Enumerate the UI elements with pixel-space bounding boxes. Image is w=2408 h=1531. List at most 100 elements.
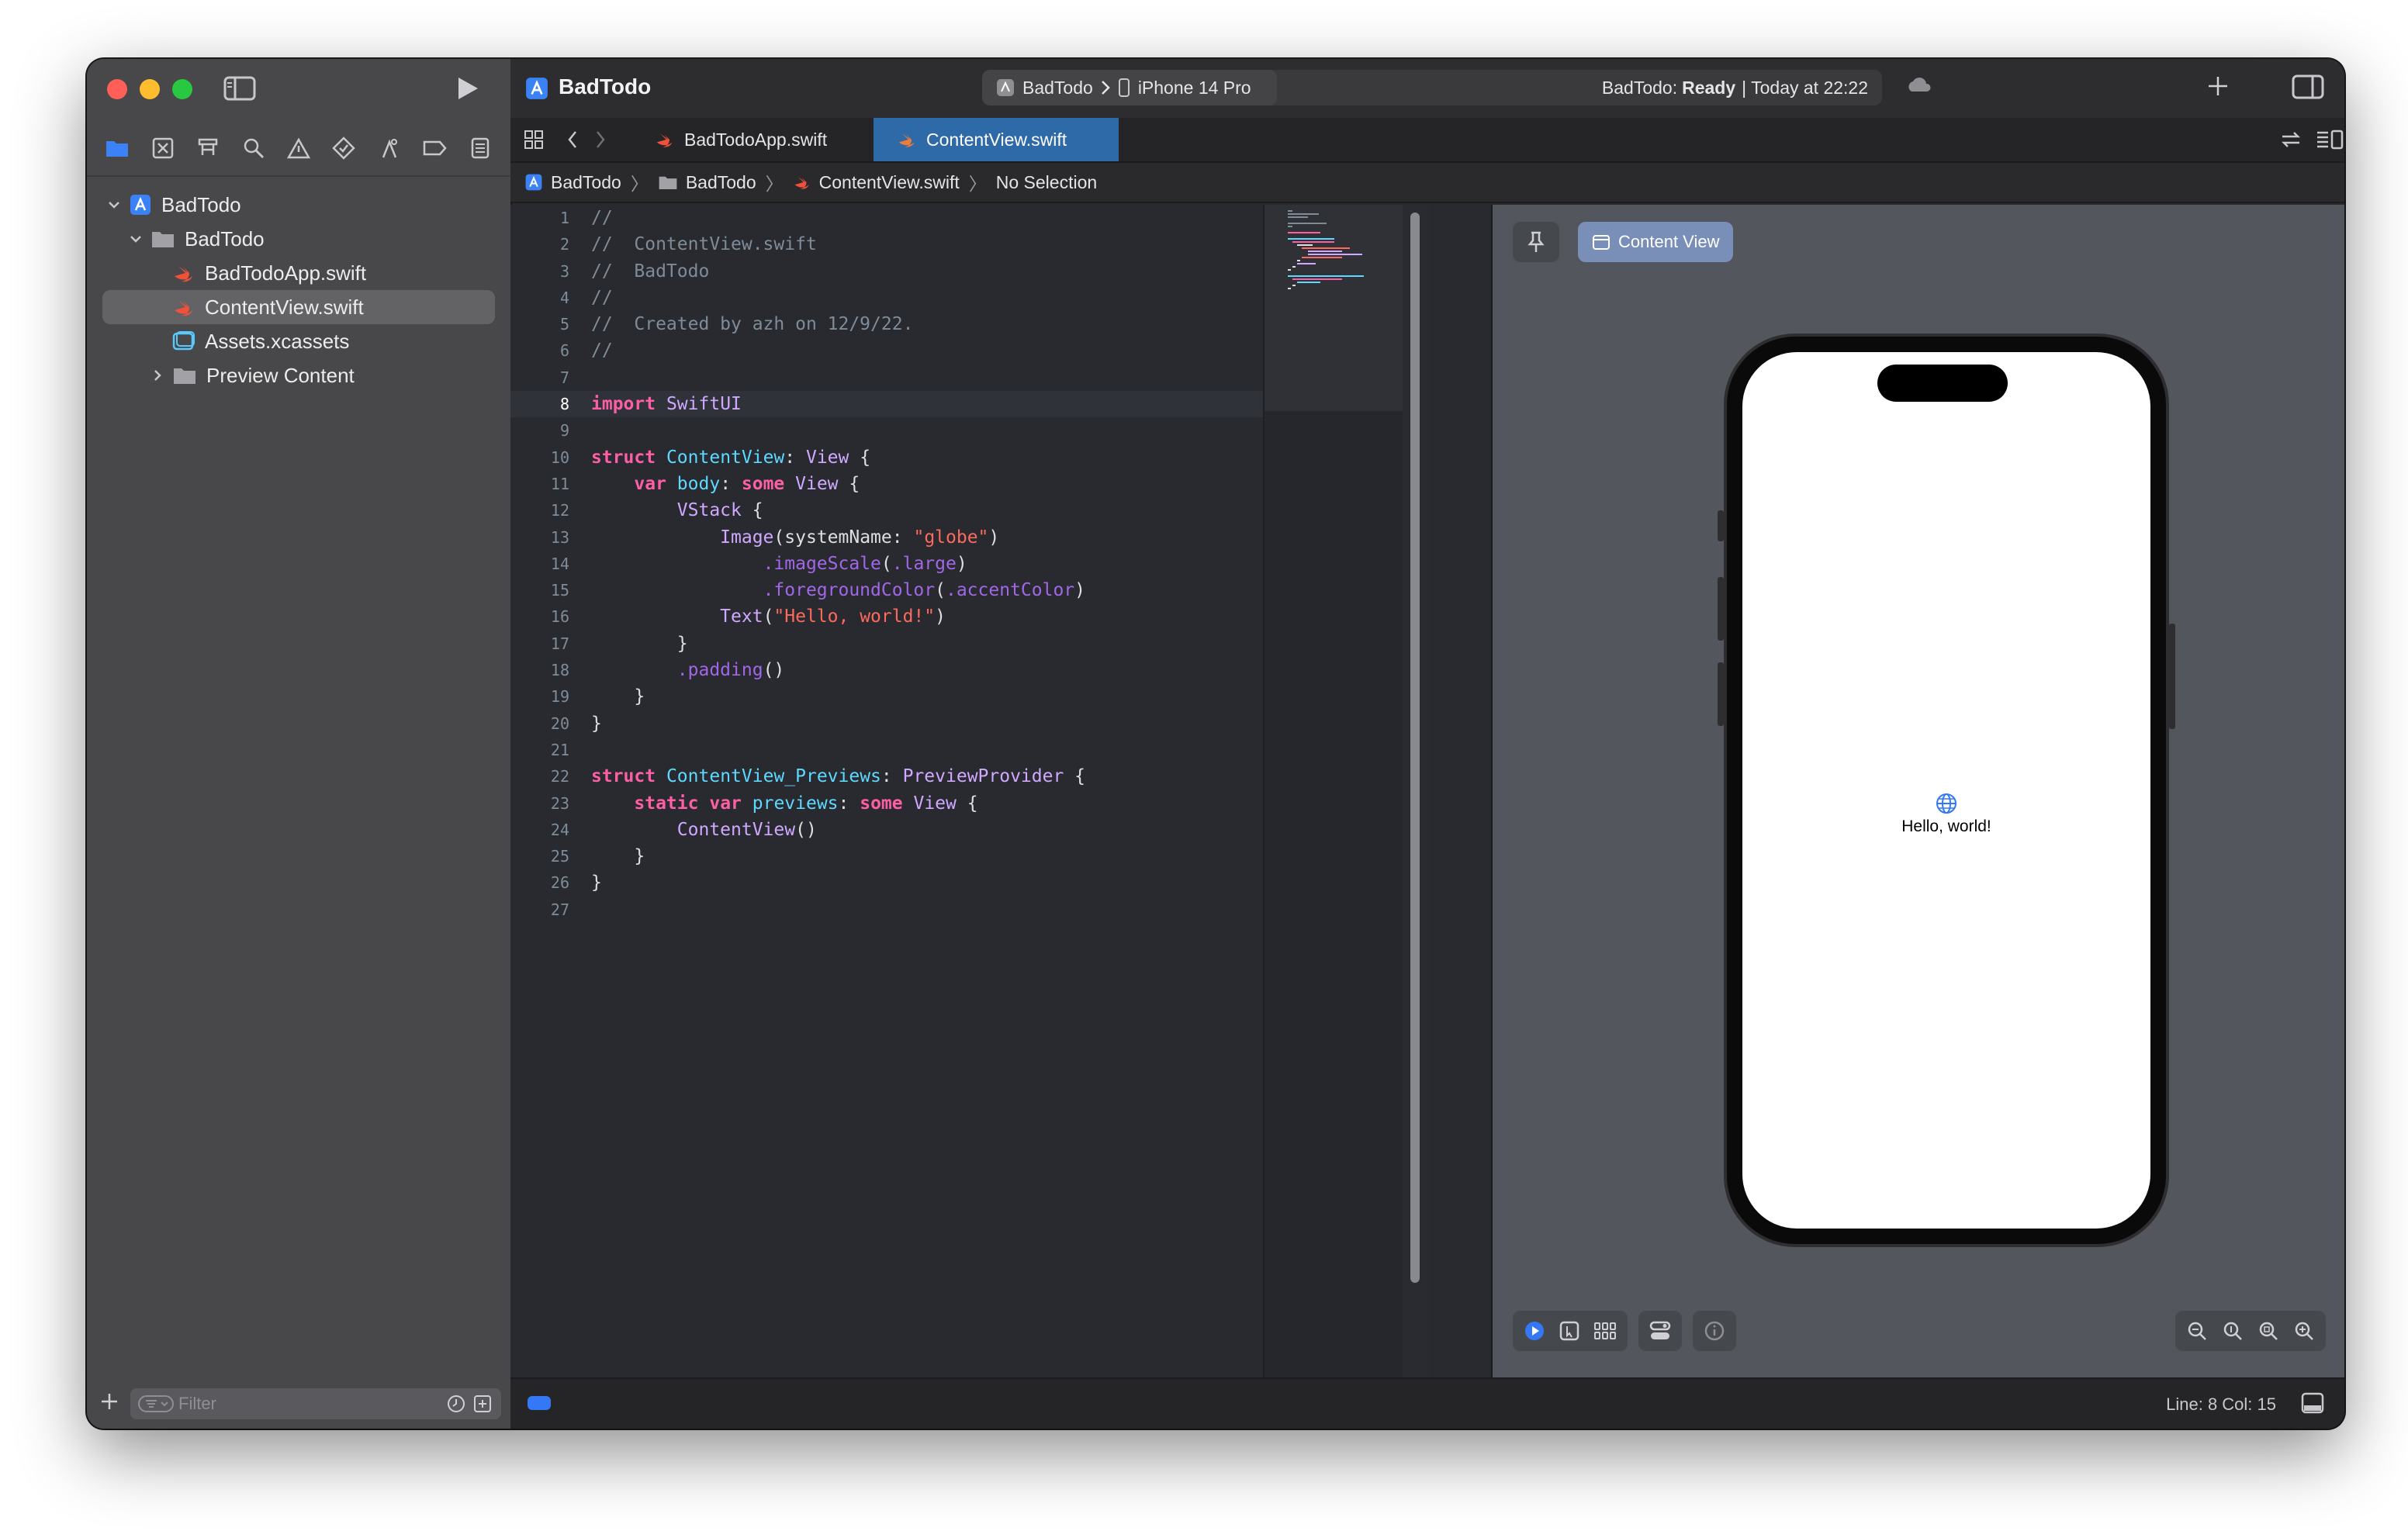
code-line[interactable] (591, 417, 1258, 444)
preview-canvas: Content View Hello, world! (1491, 205, 2344, 1377)
search-icon[interactable] (238, 133, 269, 164)
debug-icon[interactable] (374, 133, 405, 164)
code-line[interactable]: // (591, 285, 1258, 311)
zoom-in-icon[interactable] (2293, 1320, 2315, 1342)
code-line[interactable]: .padding() (591, 657, 1258, 683)
chevron-down-icon[interactable] (106, 196, 123, 213)
file-tree: BadTodo BadTodo BadTodoApp.swift Content… (87, 177, 510, 392)
vertical-scrollbar[interactable] (1403, 205, 1429, 1377)
breadcrumb-item[interactable]: ContentView.swift (819, 172, 960, 193)
breadcrumb-item[interactable]: BadTodo (686, 172, 756, 193)
clock-icon[interactable] (447, 1394, 465, 1417)
tree-item-file[interactable]: BadTodoApp.swift (87, 256, 510, 290)
inspector-toggle-icon[interactable] (2292, 74, 2324, 103)
tree-item-folder[interactable]: BadTodo (87, 222, 510, 256)
scrollbar-thumb[interactable] (1410, 213, 1420, 1283)
grid-icon[interactable] (523, 129, 545, 154)
line-number: 2 (559, 235, 569, 254)
xcode-project-icon (129, 193, 152, 216)
scheme-selector[interactable]: BadTodo iPhone 14 Pro (982, 70, 1277, 105)
zoom-fit-icon[interactable] (2258, 1320, 2279, 1342)
code-line[interactable]: Text("Hello, world!") (591, 603, 1258, 630)
code-line[interactable]: } (591, 631, 1258, 657)
chevron-right-icon: 〉 (968, 174, 987, 194)
source-editor[interactable]: 1 2 3 4 5 6 7 8 9 10 11 12 13 14 15 16 17 18 19 20 21 22 23 24 2… (510, 205, 1491, 1377)
line-number-gutter: 1 2 3 4 5 6 7 8 9 10 11 12 13 14 15 16 17 18 19 20 21 22 23 24 2… (510, 205, 577, 1377)
phone-screen[interactable]: Hello, world! (1742, 352, 2150, 1229)
code-line[interactable] (591, 365, 1258, 391)
selectable-icon[interactable] (1559, 1321, 1579, 1341)
code-line[interactable] (591, 737, 1258, 763)
zoom-button[interactable] (172, 79, 192, 99)
code-area[interactable]: //// ContentView.swift// BadTodo//// Cre… (591, 205, 1258, 1377)
code-line[interactable]: // ContentView.swift (591, 231, 1258, 257)
device-name[interactable]: iPhone 14 Pro (1138, 78, 1251, 98)
source-control-icon[interactable] (147, 133, 178, 164)
zoom-out-icon[interactable] (2186, 1320, 2208, 1342)
folder-icon (150, 229, 175, 249)
code-line[interactable]: .imageScale(.large) (591, 551, 1258, 577)
content-view-preview-button[interactable]: Content View (1578, 222, 1734, 262)
filter-field[interactable]: Filter (130, 1388, 501, 1419)
code-line[interactable]: // (591, 337, 1258, 364)
code-line[interactable]: Image(systemName: "globe") (591, 524, 1258, 551)
tree-item-project[interactable]: BadTodo (87, 188, 510, 222)
code-line[interactable]: static var previews: some View { (591, 790, 1258, 817)
swap-icon[interactable] (2279, 129, 2302, 154)
test-icon[interactable] (328, 133, 359, 164)
info-button[interactable] (1693, 1311, 1736, 1351)
minimize-button[interactable] (140, 79, 160, 99)
breakpoint-icon[interactable] (419, 133, 450, 164)
code-line[interactable]: struct ContentView_Previews: PreviewProv… (591, 763, 1258, 790)
dynamic-island (1877, 365, 2008, 402)
code-line[interactable]: struct ContentView: View { (591, 444, 1258, 471)
folder-icon[interactable] (102, 133, 133, 164)
live-preview-icon[interactable] (1524, 1320, 1545, 1342)
tree-item-folder[interactable]: Preview Content (87, 358, 510, 392)
tab-contentview[interactable]: ContentView.swift (874, 118, 1119, 161)
device-settings-button[interactable] (1638, 1311, 1682, 1351)
navigator-footer: Filter (87, 1381, 510, 1429)
report-icon[interactable] (465, 133, 496, 164)
code-line[interactable]: VStack { (591, 497, 1258, 524)
minimap[interactable] (1263, 205, 1404, 1377)
debug-area-toggle[interactable] (528, 1396, 551, 1410)
code-line[interactable]: // Created by azh on 12/9/22. (591, 311, 1258, 337)
add-library-icon[interactable] (2206, 74, 2230, 102)
tree-item-file-selected[interactable]: ContentView.swift (102, 290, 495, 324)
plus-square-icon[interactable] (473, 1394, 492, 1417)
code-line[interactable]: var body: some View { (591, 471, 1258, 497)
code-line[interactable]: } (591, 710, 1258, 737)
chevron-left-icon[interactable] (565, 129, 580, 154)
close-button[interactable] (107, 79, 127, 99)
chevron-down-icon[interactable] (127, 230, 144, 247)
code-line[interactable]: // (591, 205, 1258, 231)
breadcrumb-item[interactable]: BadTodo (551, 172, 621, 193)
code-line[interactable]: // BadTodo (591, 258, 1258, 285)
add-icon[interactable] (99, 1391, 119, 1415)
warning-icon[interactable] (283, 133, 314, 164)
code-line[interactable]: ContentView() (591, 817, 1258, 843)
code-line[interactable]: } (591, 869, 1258, 896)
pin-button[interactable] (1513, 222, 1559, 262)
chevron-right-icon[interactable] (149, 367, 166, 384)
chevron-right-icon[interactable] (593, 129, 608, 154)
code-line[interactable] (591, 897, 1258, 923)
panel-toggle-icon[interactable] (2301, 1391, 2324, 1419)
cloud-icon[interactable] (1905, 76, 1933, 98)
code-line[interactable]: .foregroundColor(.accentColor) (591, 577, 1258, 603)
breadcrumb-item[interactable]: No Selection (996, 172, 1097, 193)
run-icon[interactable] (456, 76, 479, 105)
code-line[interactable]: import SwiftUI (591, 391, 1258, 417)
iphone-icon (1118, 78, 1130, 97)
variants-icon[interactable] (1593, 1321, 1617, 1341)
tree-item-assets[interactable]: Assets.xcassets (87, 324, 510, 358)
sidebar-toggle-icon[interactable] (223, 76, 256, 105)
preview-icon (1592, 233, 1611, 251)
symbol-icon[interactable] (192, 133, 223, 164)
code-line[interactable]: } (591, 843, 1258, 869)
zoom-actual-icon[interactable] (2222, 1320, 2244, 1342)
tab-badtodoapp[interactable]: BadTodoApp.swift (631, 118, 874, 161)
editor-options-icon[interactable] (2315, 129, 2344, 154)
code-line[interactable]: } (591, 683, 1258, 710)
